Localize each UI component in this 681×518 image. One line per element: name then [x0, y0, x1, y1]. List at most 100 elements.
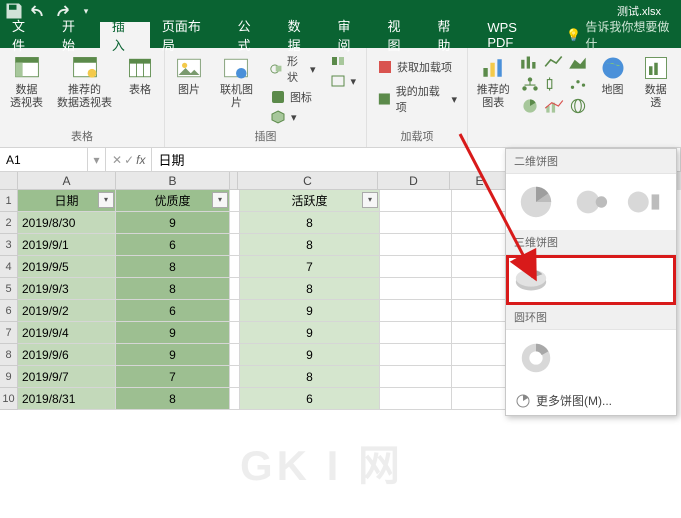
area-chart-button[interactable]	[567, 52, 589, 72]
hierarchy-chart-button[interactable]	[519, 74, 541, 94]
cell-quality[interactable]: 9	[116, 212, 230, 234]
shapes-button[interactable]: 形状▾	[266, 52, 320, 86]
row-header[interactable]: 2	[0, 212, 18, 234]
cell-quality[interactable]: 8	[116, 256, 230, 278]
pie-3d-basic[interactable]	[511, 260, 551, 300]
tab-page-layout[interactable]: 页面布局	[150, 22, 226, 48]
redo-icon[interactable]	[52, 1, 72, 21]
row-header[interactable]: 3	[0, 234, 18, 256]
tab-insert[interactable]: 插入	[100, 22, 150, 48]
cell[interactable]	[380, 300, 452, 322]
table-header-date[interactable]: 日期▾	[18, 190, 116, 212]
table-header-activity[interactable]: 活跃度▾	[240, 190, 380, 212]
name-box[interactable]	[0, 148, 88, 171]
cell[interactable]	[380, 234, 452, 256]
cell-quality[interactable]: 6	[116, 300, 230, 322]
tell-me[interactable]: 💡 告诉我你想要做什	[566, 22, 681, 48]
cell-quality[interactable]: 7	[116, 366, 230, 388]
cell-quality[interactable]: 9	[116, 344, 230, 366]
qat-customize-icon[interactable]: ▾	[76, 1, 96, 21]
cell-activity[interactable]: 9	[240, 300, 380, 322]
cell[interactable]	[230, 388, 240, 410]
pivot-table-button[interactable]: 数据 透视表	[6, 52, 47, 112]
tab-data[interactable]: 数据	[276, 22, 326, 48]
fx-icon[interactable]: fx	[136, 153, 145, 167]
enter-formula-icon[interactable]: ✓	[124, 153, 134, 167]
donut-basic[interactable]	[516, 338, 556, 378]
cell-activity[interactable]: 8	[240, 366, 380, 388]
cell[interactable]	[230, 300, 240, 322]
statistic-chart-button[interactable]	[543, 74, 565, 94]
3d-models-button[interactable]: ▾	[266, 108, 320, 126]
row-header[interactable]: 5	[0, 278, 18, 300]
tab-help[interactable]: 帮助	[425, 22, 475, 48]
tab-review[interactable]: 审阅	[326, 22, 376, 48]
cell[interactable]	[380, 212, 452, 234]
cell-quality[interactable]: 8	[116, 278, 230, 300]
name-box-input[interactable]	[6, 153, 81, 167]
cell[interactable]	[452, 344, 512, 366]
line-chart-button[interactable]	[543, 52, 565, 72]
select-all-corner[interactable]	[0, 172, 18, 190]
cell-quality[interactable]: 8	[116, 388, 230, 410]
filter-icon[interactable]: ▾	[212, 192, 228, 208]
recommended-charts-button[interactable]: 推荐的 图表	[474, 52, 513, 112]
col-header-gap[interactable]	[230, 172, 238, 190]
cell[interactable]	[452, 212, 512, 234]
cell-quality[interactable]: 9	[116, 322, 230, 344]
col-header-B[interactable]: B	[116, 172, 230, 190]
cell-date[interactable]: 2019/9/6	[18, 344, 116, 366]
cell[interactable]	[230, 322, 240, 344]
cell[interactable]	[452, 300, 512, 322]
pivot-chart-button[interactable]: 数据透	[637, 52, 676, 112]
col-header-C[interactable]: C	[238, 172, 378, 190]
cell-activity[interactable]: 6	[240, 388, 380, 410]
filter-icon[interactable]: ▾	[362, 192, 378, 208]
col-header-D[interactable]: D	[378, 172, 450, 190]
map-chart-button[interactable]	[567, 96, 589, 116]
tab-formulas[interactable]: 公式	[226, 22, 276, 48]
maps-button[interactable]: 地图	[595, 52, 631, 99]
cell-date[interactable]: 2019/9/4	[18, 322, 116, 344]
my-addins-button[interactable]: 我的加载项▾	[373, 82, 461, 116]
pie-chart-button[interactable]	[519, 96, 541, 116]
cell[interactable]	[452, 256, 512, 278]
cell[interactable]	[230, 212, 240, 234]
cell-date[interactable]: 2019/9/2	[18, 300, 116, 322]
row-header[interactable]: 9	[0, 366, 18, 388]
cell[interactable]	[230, 256, 240, 278]
cell[interactable]	[452, 190, 512, 212]
cell-activity[interactable]: 7	[240, 256, 380, 278]
pie-2d-exploded[interactable]	[570, 182, 610, 222]
column-chart-button[interactable]	[519, 52, 541, 72]
cell-date[interactable]: 2019/8/31	[18, 388, 116, 410]
tab-home[interactable]: 开始	[50, 22, 100, 48]
cell[interactable]	[452, 388, 512, 410]
pie-2d-bar-of-pie[interactable]	[624, 182, 664, 222]
cell-activity[interactable]: 8	[240, 234, 380, 256]
cell[interactable]	[380, 344, 452, 366]
row-header[interactable]: 7	[0, 322, 18, 344]
table-header-quality[interactable]: 优质度▾	[116, 190, 230, 212]
cell[interactable]	[452, 322, 512, 344]
name-box-dropdown[interactable]: ▾	[88, 148, 106, 171]
online-pictures-button[interactable]: 联机图片	[213, 52, 260, 112]
row-header[interactable]: 10	[0, 388, 18, 410]
cell[interactable]	[230, 190, 240, 212]
cell-date[interactable]: 2019/8/30	[18, 212, 116, 234]
cell-activity[interactable]: 8	[240, 278, 380, 300]
pie-2d-basic[interactable]	[516, 182, 556, 222]
col-header-A[interactable]: A	[18, 172, 116, 190]
row-header[interactable]: 4	[0, 256, 18, 278]
cell[interactable]	[380, 322, 452, 344]
tab-wps-pdf[interactable]: WPS PDF	[475, 22, 558, 48]
cell-date[interactable]: 2019/9/7	[18, 366, 116, 388]
cell[interactable]	[230, 234, 240, 256]
smartart-button[interactable]	[326, 52, 361, 70]
screenshot-button[interactable]: ▾	[326, 72, 361, 90]
col-header-E[interactable]: E	[450, 172, 510, 190]
cell[interactable]	[380, 256, 452, 278]
recommended-pivot-button[interactable]: 推荐的 数据透视表	[53, 52, 116, 112]
row-header[interactable]: 6	[0, 300, 18, 322]
scatter-chart-button[interactable]	[567, 74, 589, 94]
